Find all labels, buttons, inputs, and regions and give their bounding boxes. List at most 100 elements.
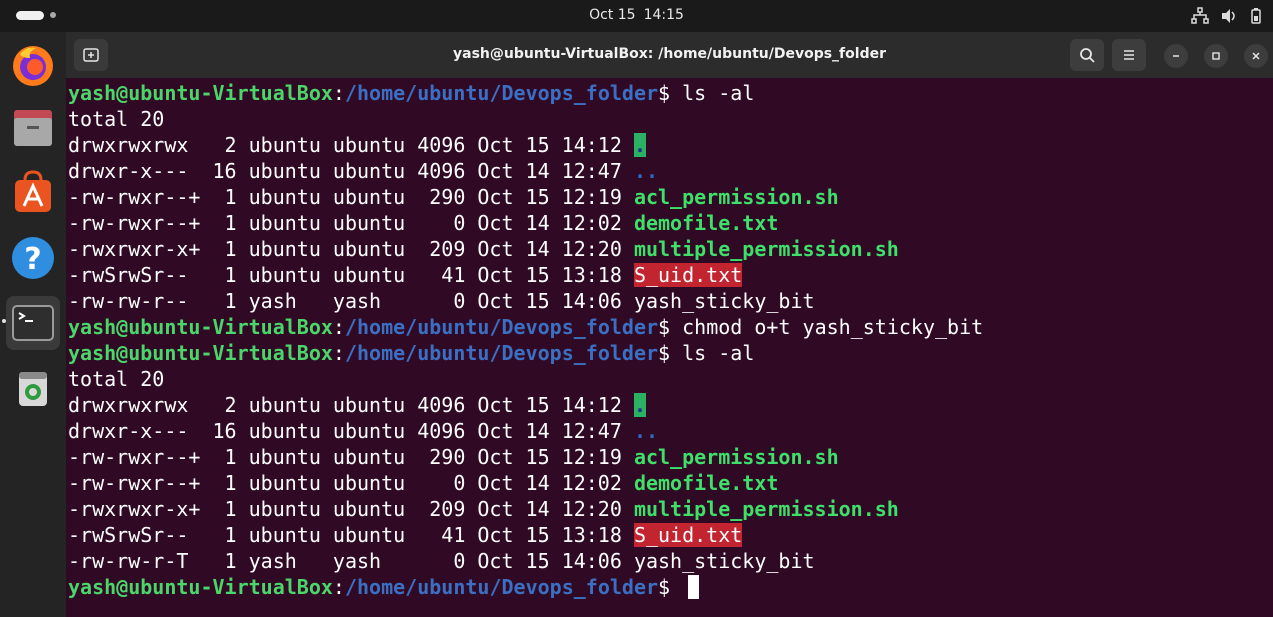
column-gap xyxy=(622,445,634,469)
file-metadata: drwxrwxrwx 2 ubuntu ubuntu 4096 Oct 15 1… xyxy=(68,133,622,157)
dock-firefox[interactable] xyxy=(6,38,60,92)
file-name: . xyxy=(633,393,646,417)
column-gap xyxy=(622,133,634,157)
file-name: yash_sticky_bit xyxy=(633,549,815,573)
listing-row: -rw-rwxr--+ 1 ubuntu ubuntu 290 Oct 15 1… xyxy=(68,184,1268,210)
dock: ? xyxy=(0,32,66,617)
column-gap xyxy=(622,289,634,313)
file-name: S_uid.txt xyxy=(633,523,743,547)
listing-row: drwxr-x--- 16 ubuntu ubuntu 4096 Oct 14 … xyxy=(68,158,1268,184)
maximize-button[interactable] xyxy=(1204,44,1228,68)
file-metadata: drwxr-x--- 16 ubuntu ubuntu 4096 Oct 14 … xyxy=(68,419,622,443)
column-gap xyxy=(622,159,634,183)
file-name: demofile.txt xyxy=(633,471,779,495)
file-metadata: drwxrwxrwx 2 ubuntu ubuntu 4096 Oct 15 1… xyxy=(68,393,622,417)
prompt-user-host: yash@ubuntu-VirtualBox xyxy=(68,315,333,339)
prompt-separator: : xyxy=(332,315,345,339)
file-name: .. xyxy=(633,159,659,183)
listing-row: -rwSrwSr-- 1 ubuntu ubuntu 41 Oct 15 13:… xyxy=(68,522,1268,548)
listing-row: drwxrwxrwx 2 ubuntu ubuntu 4096 Oct 15 1… xyxy=(68,132,1268,158)
hamburger-icon xyxy=(1124,50,1134,60)
dock-trash[interactable] xyxy=(6,360,60,414)
listing-row: drwxr-x--- 16 ubuntu ubuntu 4096 Oct 14 … xyxy=(68,418,1268,444)
file-metadata: -rw-rw-r-T 1 yash yash 0 Oct 15 14:06 xyxy=(68,549,622,573)
svg-text:?: ? xyxy=(24,242,41,277)
text-cursor xyxy=(688,575,700,599)
prompt-symbol: $ xyxy=(658,341,683,365)
dock-help[interactable]: ? xyxy=(6,230,60,284)
prompt-path: /home/ubuntu/Devops_folder xyxy=(344,315,659,339)
file-metadata: -rw-rwxr--+ 1 ubuntu ubuntu 290 Oct 15 1… xyxy=(68,185,622,209)
file-metadata: -rw-rwxr--+ 1 ubuntu ubuntu 290 Oct 15 1… xyxy=(68,445,622,469)
file-name: multiple_permission.sh xyxy=(633,497,899,521)
file-metadata: drwxr-x--- 16 ubuntu ubuntu 4096 Oct 14 … xyxy=(68,159,622,183)
listing-row: -rwxrwxr-x+ 1 ubuntu ubuntu 209 Oct 14 1… xyxy=(68,496,1268,522)
clock-time: 14:15 xyxy=(643,7,684,23)
clock[interactable]: Oct 15 14:15 xyxy=(0,7,1273,23)
file-metadata: -rwxrwxr-x+ 1 ubuntu ubuntu 209 Oct 14 1… xyxy=(68,497,622,521)
volume-icon[interactable] xyxy=(1220,7,1238,25)
file-name: .. xyxy=(633,419,659,443)
file-metadata: -rw-rwxr--+ 1 ubuntu ubuntu 0 Oct 14 12:… xyxy=(68,471,622,495)
prompt-user-host: yash@ubuntu-VirtualBox xyxy=(68,81,333,105)
prompt-separator: : xyxy=(332,575,345,599)
close-icon xyxy=(1252,52,1260,60)
prompt-line: yash@ubuntu-VirtualBox:/home/ubuntu/Devo… xyxy=(68,340,1268,366)
file-metadata: -rw-rw-r-- 1 yash yash 0 Oct 15 14:06 xyxy=(68,289,622,313)
column-gap xyxy=(622,523,634,547)
column-gap xyxy=(622,211,634,235)
column-gap xyxy=(622,497,634,521)
help-icon: ? xyxy=(12,237,54,279)
prompt-user-host: yash@ubuntu-VirtualBox xyxy=(68,575,333,599)
prompt-line: yash@ubuntu-VirtualBox:/home/ubuntu/Devo… xyxy=(68,314,1268,340)
output-line: total 20 xyxy=(68,367,165,391)
column-gap xyxy=(622,419,634,443)
prompt-user-host: yash@ubuntu-VirtualBox xyxy=(68,341,333,365)
column-gap xyxy=(622,393,634,417)
listing-row: -rw-rwxr--+ 1 ubuntu ubuntu 0 Oct 14 12:… xyxy=(68,470,1268,496)
column-gap xyxy=(622,263,634,287)
minimize-button[interactable] xyxy=(1164,44,1188,68)
command-text: ls -al xyxy=(682,341,755,365)
network-icon[interactable] xyxy=(1191,7,1209,25)
command-text: ls -al xyxy=(682,81,755,105)
prompt-path: /home/ubuntu/Devops_folder xyxy=(344,81,659,105)
file-metadata: -rwSrwSr-- 1 ubuntu ubuntu 41 Oct 15 13:… xyxy=(68,523,622,547)
file-metadata: -rw-rwxr--+ 1 ubuntu ubuntu 0 Oct 14 12:… xyxy=(68,211,622,235)
file-name: demofile.txt xyxy=(633,211,779,235)
file-name: yash_sticky_bit xyxy=(633,289,815,313)
prompt-symbol: $ xyxy=(658,575,683,599)
file-name: multiple_permission.sh xyxy=(633,237,899,261)
prompt-symbol: $ xyxy=(658,315,683,339)
terminal-icon xyxy=(12,305,54,341)
battery-icon[interactable] xyxy=(1247,7,1265,25)
column-gap xyxy=(622,471,634,495)
column-gap xyxy=(622,185,634,209)
app-center-icon xyxy=(15,170,51,212)
search-button[interactable] xyxy=(1070,39,1104,71)
clock-date: Oct 15 xyxy=(589,7,636,23)
menu-button[interactable] xyxy=(1112,39,1146,71)
listing-row: -rw-rw-r-T 1 yash yash 0 Oct 15 14:06 ya… xyxy=(68,548,1268,574)
prompt-symbol: $ xyxy=(658,81,683,105)
prompt-line: yash@ubuntu-VirtualBox:/home/ubuntu/Devo… xyxy=(68,80,1268,106)
prompt-path: /home/ubuntu/Devops_folder xyxy=(344,341,659,365)
dock-files[interactable] xyxy=(6,102,60,156)
restore-icon xyxy=(1212,52,1220,60)
file-name: acl_permission.sh xyxy=(633,445,839,469)
close-button[interactable] xyxy=(1244,44,1268,68)
file-metadata: -rwSrwSr-- 1 ubuntu ubuntu 41 Oct 15 13:… xyxy=(68,263,622,287)
dock-app-center[interactable] xyxy=(6,166,60,220)
dock-terminal[interactable] xyxy=(6,296,60,350)
firefox-icon xyxy=(13,46,53,86)
files-icon xyxy=(14,110,52,146)
file-name: S_uid.txt xyxy=(633,263,743,287)
file-name: . xyxy=(633,133,646,157)
terminal-output[interactable]: yash@ubuntu-VirtualBox:/home/ubuntu/Devo… xyxy=(68,80,1268,600)
prompt-path: /home/ubuntu/Devops_folder xyxy=(344,575,659,599)
column-gap xyxy=(622,237,634,261)
terminal-window: yash@ubuntu-VirtualBox: /home/ubuntu/Dev… xyxy=(66,32,1273,617)
prompt-line: yash@ubuntu-VirtualBox:/home/ubuntu/Devo… xyxy=(68,574,1268,600)
listing-row: -rwxrwxr-x+ 1 ubuntu ubuntu 209 Oct 14 1… xyxy=(68,236,1268,262)
trash-icon xyxy=(19,372,47,406)
